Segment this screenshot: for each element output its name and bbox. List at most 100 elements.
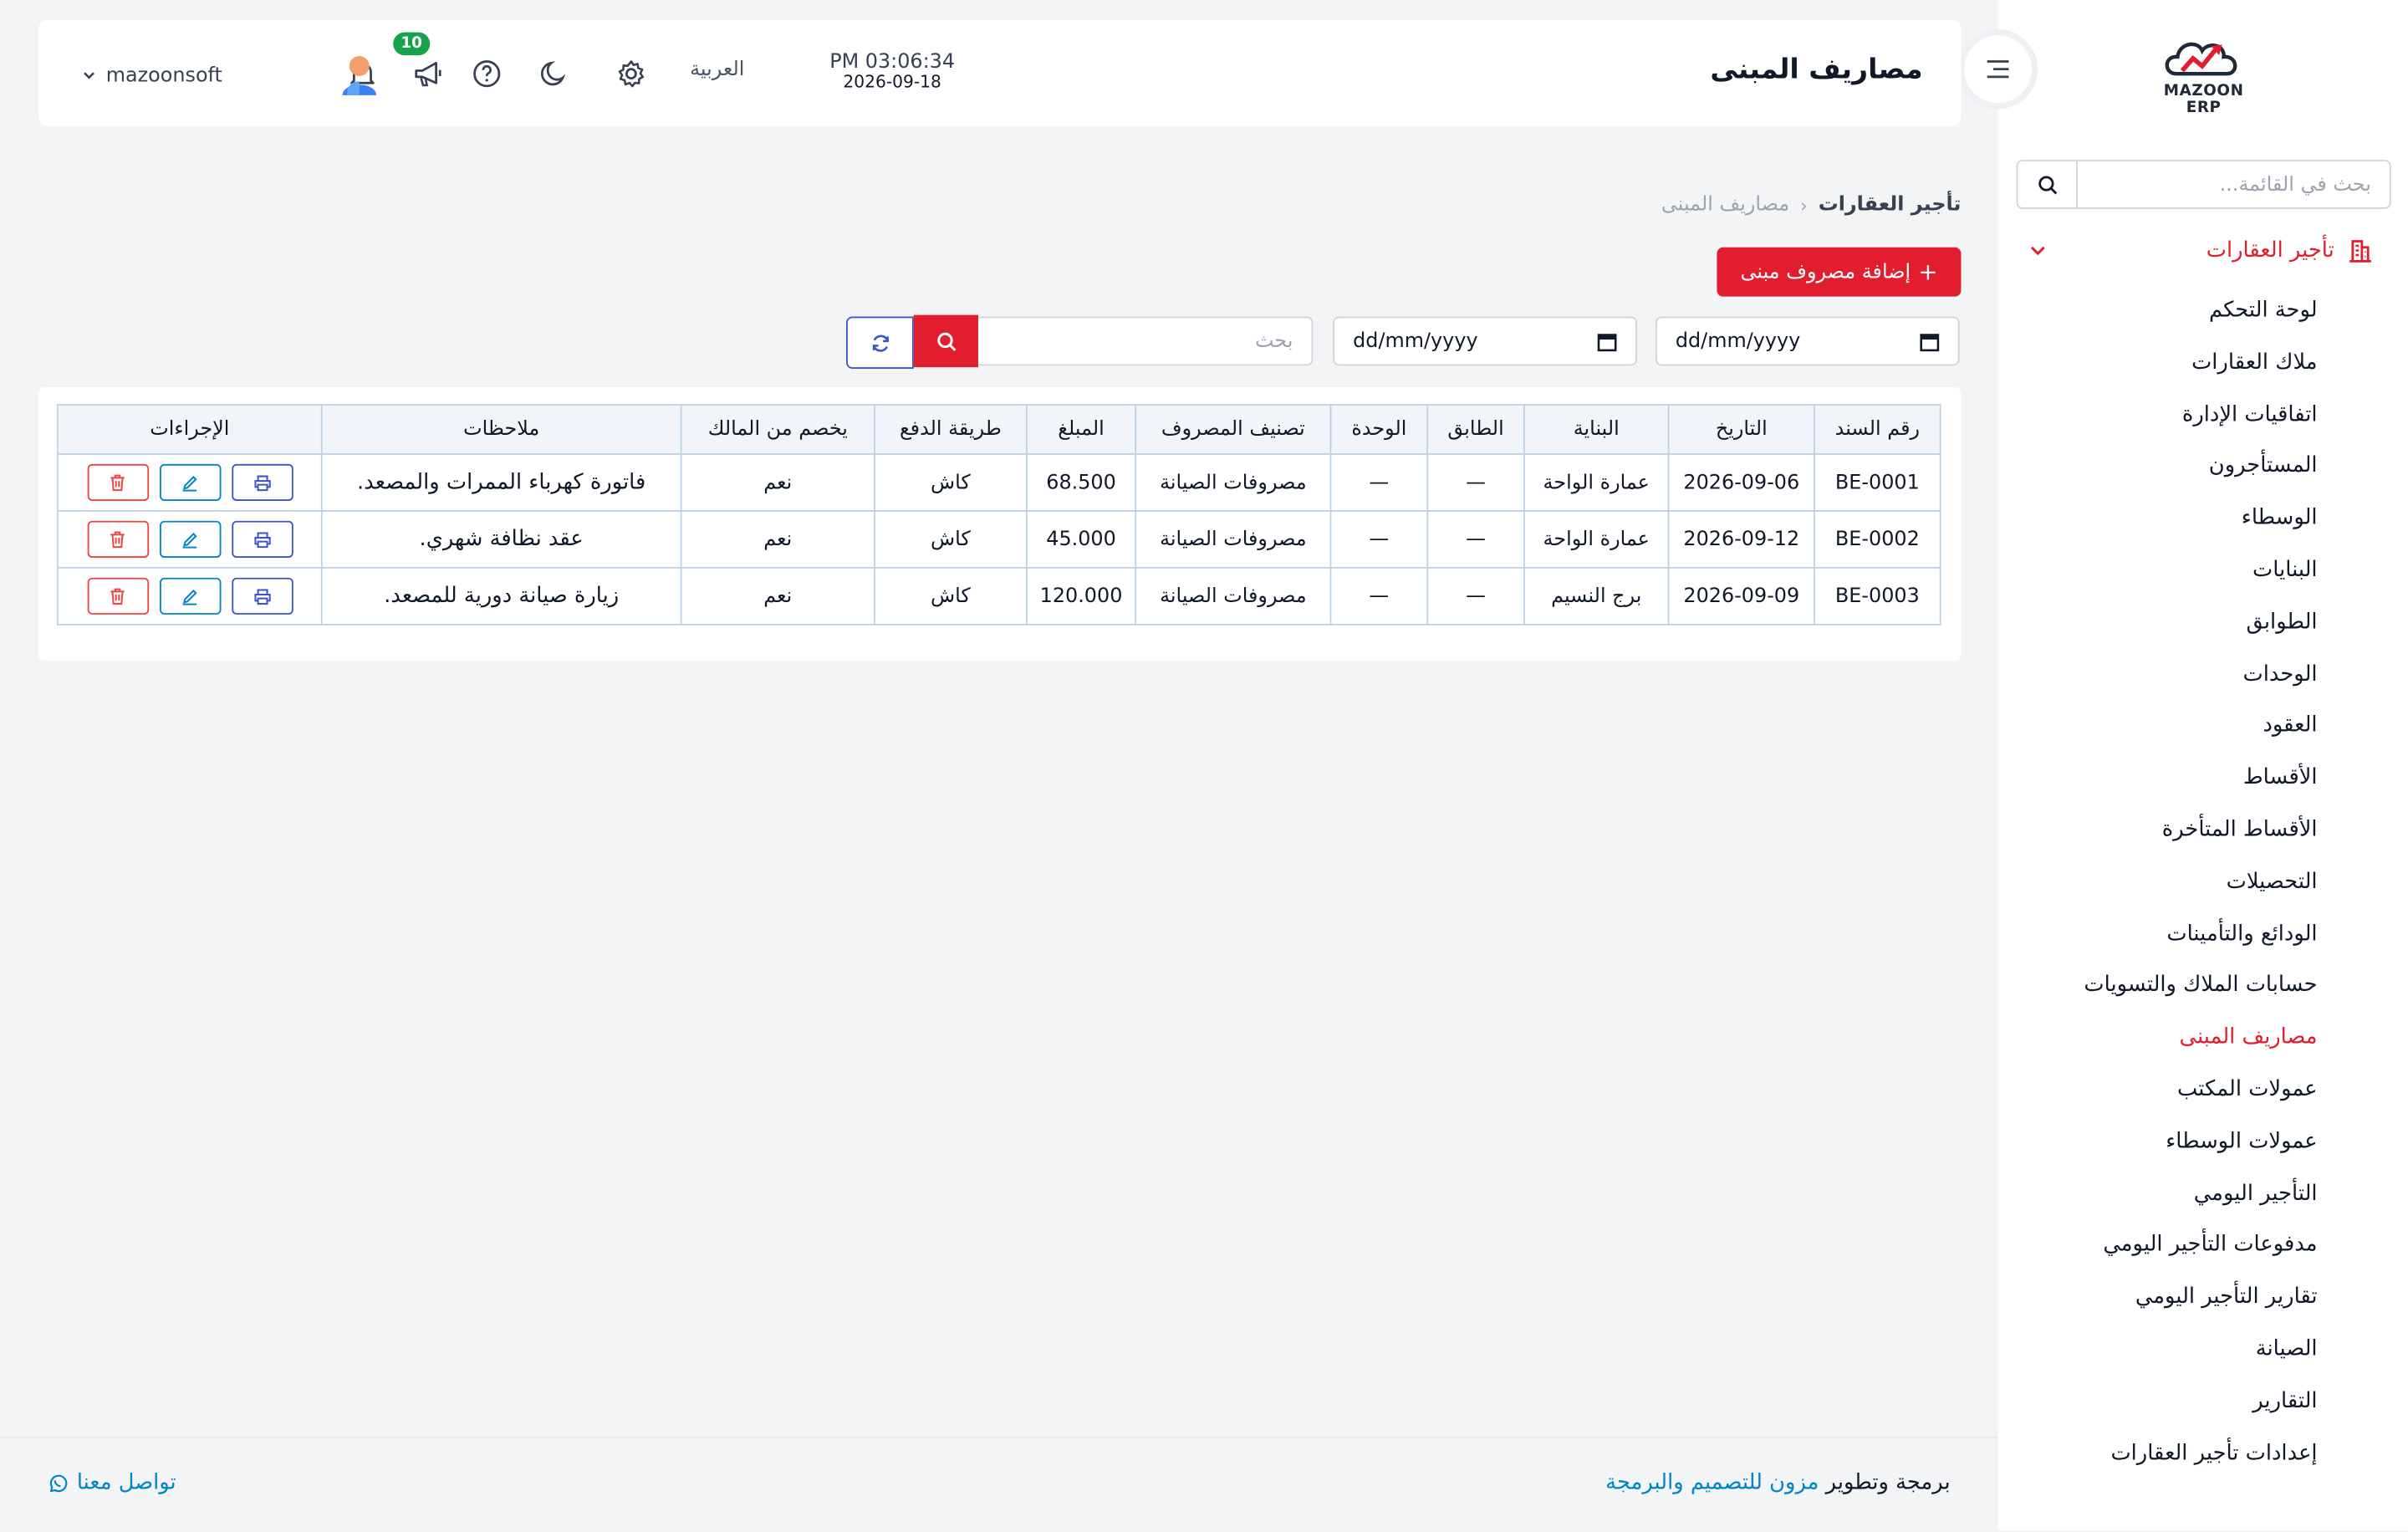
cell-floor: —	[1426, 566, 1525, 626]
sidebar-item-broker-commissions[interactable]: عمولات الوسطاء	[1998, 1116, 2408, 1168]
cell-unit: —	[1329, 509, 1429, 569]
menu-toggle-icon	[1987, 60, 2009, 79]
sidebar-item-floors[interactable]: الطوابق	[1998, 597, 2408, 649]
add-button-label: إضافة مصروف مبنى	[1740, 260, 1911, 283]
sidebar-item-daily-rental-payments[interactable]: مدفوعات التأجير اليومي	[1998, 1220, 2408, 1272]
sidebar-item-dashboard[interactable]: لوحة التحكم	[1998, 286, 2408, 338]
sidebar-item-overdue-installments[interactable]: الأقساط المتأخرة	[1998, 805, 2408, 857]
sidebar-item-brokers[interactable]: الوسطاء	[1998, 493, 2408, 545]
top-header: مصاريف المبنى PM 03:06:34 2026-09-18 الع…	[38, 19, 1962, 126]
print-button[interactable]	[231, 577, 293, 615]
menu-search-button[interactable]	[2018, 161, 2079, 208]
trash-icon	[110, 531, 125, 549]
cell-building: عمارة الواحة	[1523, 453, 1670, 512]
table-row[interactable]: BE-0002 2026-09-12 عمارة الواحة — — مصرو…	[56, 509, 1941, 569]
language-switcher[interactable]: العربية	[671, 59, 763, 82]
sidebar-item-management-agreements[interactable]: اتفاقيات الإدارة	[1998, 390, 2408, 442]
page-title: مصاريف المبنى	[1710, 54, 1923, 86]
cell-voucher: BE-0002	[1814, 509, 1941, 569]
credit-link[interactable]: مزون للتصميم والبرمجة	[1605, 1470, 1819, 1494]
sidebar-item-collections[interactable]: التحصيلات	[1998, 857, 2408, 909]
sidebar-item-installments[interactable]: الأقساط	[1998, 753, 2408, 805]
edit-icon	[182, 532, 197, 548]
date-from-value: dd/mm/yyyy	[1675, 329, 1801, 353]
column-header[interactable]: يخصم من المالك	[680, 404, 875, 455]
sidebar-item-daily-rental[interactable]: التأجير اليومي	[1998, 1168, 2408, 1220]
add-building-expense-button[interactable]: + إضافة مصروف مبنى	[1717, 247, 1962, 297]
table-row[interactable]: BE-0003 2026-09-09 برج النسيم — — مصروفا…	[56, 566, 1941, 626]
delete-button[interactable]	[86, 520, 149, 558]
trash-icon	[110, 588, 125, 605]
cell-category: مصروفات الصيانة	[1135, 566, 1332, 626]
column-header[interactable]: تصنيف المصروف	[1135, 404, 1332, 455]
announcements-button[interactable]	[409, 54, 449, 94]
help-button[interactable]	[467, 54, 507, 94]
cell-floor: —	[1426, 509, 1525, 569]
sidebar-item-owner-accounts[interactable]: حسابات الملاك والتسويات	[1998, 961, 2408, 1013]
column-header[interactable]: التاريخ	[1667, 404, 1815, 455]
delete-button[interactable]	[86, 577, 149, 615]
cell-actions	[56, 509, 323, 569]
cell-deduct: نعم	[680, 566, 875, 626]
table-row[interactable]: BE-0001 2026-09-06 عمارة الواحة — — مصرو…	[56, 453, 1941, 512]
print-icon	[253, 531, 270, 548]
column-header[interactable]: المبلغ	[1025, 404, 1137, 455]
print-button[interactable]	[231, 520, 293, 558]
sidebar-item-buildings[interactable]: البنايات	[1998, 545, 2408, 597]
mazoon-logo-icon	[2165, 42, 2237, 76]
settings-button[interactable]	[611, 54, 651, 94]
print-button[interactable]	[231, 463, 293, 501]
breadcrumb-separator-icon: ‹	[1800, 194, 1808, 217]
cell-voucher: BE-0001	[1814, 453, 1941, 512]
cell-amount: 45.000	[1025, 509, 1137, 569]
cell-date: 2026-09-12	[1667, 509, 1815, 569]
contact-link[interactable]: تواصل معنا	[48, 1470, 176, 1495]
calendar-icon[interactable]	[1920, 331, 1940, 351]
gear-icon	[618, 60, 645, 88]
sidebar-item-settings[interactable]: إعدادات تأجير العقارات	[1998, 1428, 2408, 1480]
column-header: الإجراءات	[56, 404, 323, 455]
edit-button[interactable]	[159, 577, 221, 615]
sidebar: MAZOON ERP تأجير العقارات	[1997, 0, 2408, 1530]
breadcrumb-current: مصاريف المبنى	[1661, 193, 1790, 217]
sidebar-item-contracts[interactable]: العقود	[1998, 701, 2408, 753]
brand-logo[interactable]: MAZOON ERP	[2145, 33, 2263, 117]
menu-search-input[interactable]	[2078, 162, 2390, 207]
edit-button[interactable]	[159, 463, 221, 501]
cell-building: عمارة الواحة	[1523, 509, 1670, 569]
date-from-input[interactable]: dd/mm/yyyy	[1655, 316, 1960, 366]
building-icon	[2346, 237, 2374, 264]
sidebar-item-deposits[interactable]: الودائع والتأمينات	[1998, 909, 2408, 961]
search-button[interactable]	[913, 314, 978, 368]
cell-building: برج النسيم	[1523, 566, 1670, 626]
delete-button[interactable]	[86, 463, 149, 501]
column-header[interactable]: الطابق	[1426, 404, 1525, 455]
column-header[interactable]: طريقة الدفع	[874, 404, 1028, 455]
search-input[interactable]	[977, 318, 1312, 365]
edit-button[interactable]	[159, 520, 221, 558]
calendar-icon[interactable]	[1597, 331, 1617, 351]
sidebar-item-reports[interactable]: التقارير	[1998, 1376, 2408, 1428]
date-to-input[interactable]: dd/mm/yyyy	[1333, 316, 1637, 366]
breadcrumb-root[interactable]: تأجير العقارات	[1819, 193, 1962, 217]
column-header[interactable]: ملاحظات	[320, 404, 682, 455]
column-header[interactable]: رقم السند	[1814, 404, 1941, 455]
refresh-button[interactable]	[846, 316, 914, 369]
sidebar-item-office-commissions[interactable]: عمولات المكتب	[1998, 1065, 2408, 1116]
sidebar-item-property-owners[interactable]: ملاك العقارات	[1998, 338, 2408, 390]
avatar[interactable]	[339, 54, 380, 96]
sidebar-item-units[interactable]: الوحدات	[1998, 649, 2408, 701]
sidebar-item-building-expenses[interactable]: مصاريف المبنى	[1998, 1013, 2408, 1065]
sidebar-toggle-button[interactable]	[1964, 35, 2032, 104]
cell-date: 2026-09-09	[1667, 566, 1815, 626]
user-menu[interactable]: mazoonsoft	[81, 54, 379, 96]
column-header[interactable]: الوحدة	[1329, 404, 1429, 455]
sidebar-section-property-rental[interactable]: تأجير العقارات	[2028, 231, 2374, 271]
column-header[interactable]: البناية	[1523, 404, 1670, 455]
cell-notes: زيارة صيانة دورية للمصعد.	[320, 566, 682, 626]
sidebar-item-daily-rental-reports[interactable]: تقارير التأجير اليومي	[1998, 1273, 2408, 1325]
sidebar-item-maintenance[interactable]: الصيانة	[1998, 1325, 2408, 1376]
theme-toggle-button[interactable]	[534, 54, 574, 94]
sidebar-item-tenants[interactable]: المستأجرون	[1998, 442, 2408, 493]
expenses-table: رقم السند التاريخ البناية الطابق الوحدة …	[56, 404, 1941, 626]
